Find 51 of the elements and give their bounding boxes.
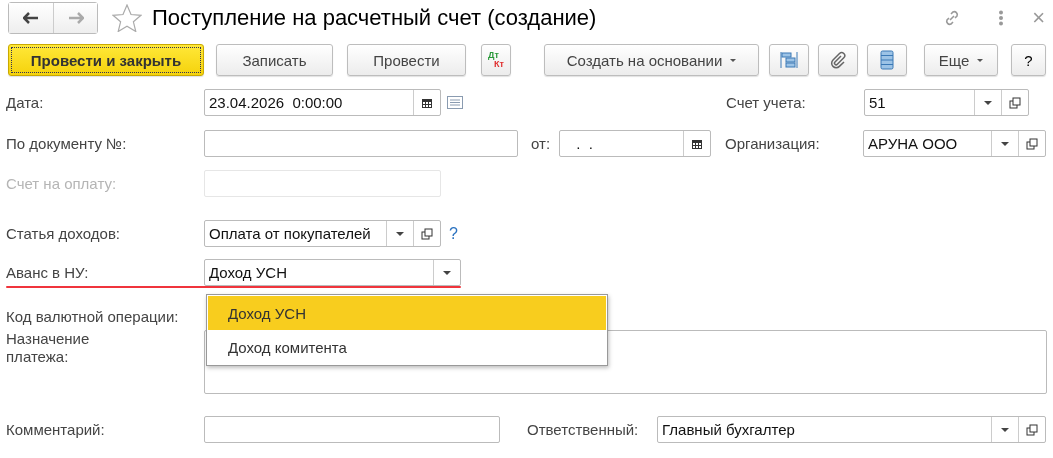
field-label: Ответственный: <box>527 421 640 438</box>
calendar-icon <box>691 137 703 150</box>
stack-icon <box>880 50 894 70</box>
field-label: По документу №: <box>6 135 128 152</box>
document-icon[interactable] <box>447 96 463 109</box>
list-button[interactable] <box>867 44 907 76</box>
open-icon <box>1009 96 1021 109</box>
dropdown-option[interactable]: Доход комитента <box>208 330 606 364</box>
field-label: Счет на оплату: <box>6 175 118 192</box>
paperclip-icon <box>829 51 847 69</box>
field-label: Организация: <box>725 135 821 152</box>
attach-button[interactable] <box>818 44 858 76</box>
debit-credit-button[interactable]: Дт Кт <box>481 44 511 76</box>
organization-field[interactable]: АРУНА ООО <box>863 130 1046 157</box>
window-title: Поступление на расчетный счет (создание) <box>152 5 597 31</box>
responsible-field[interactable]: Главный бухгалтер <box>657 416 1046 443</box>
post-and-close-button[interactable]: Провести и закрыть <box>8 44 204 76</box>
field-label: Счет учета: <box>726 94 807 111</box>
document-date-field[interactable]: . . <box>559 130 711 157</box>
field-label: Дата: <box>6 94 45 111</box>
income-item-field[interactable]: Оплата от покупателей <box>204 220 441 247</box>
account-field[interactable]: 51 <box>864 89 1029 116</box>
help-link[interactable]: ? <box>449 224 458 243</box>
document-number-field[interactable] <box>204 130 518 157</box>
forward-arrow-icon <box>67 12 84 24</box>
calendar-icon <box>421 96 433 109</box>
more-icon[interactable] <box>998 10 1005 26</box>
dropdown-option[interactable]: Доход УСН <box>208 296 606 330</box>
save-button[interactable]: Записать <box>216 44 333 76</box>
more-button[interactable]: Еще <box>924 44 998 76</box>
advance-field[interactable]: Доход УСН <box>204 259 461 286</box>
invoice-field[interactable] <box>204 170 441 197</box>
open-icon <box>1026 423 1038 436</box>
help-button[interactable]: ? <box>1011 44 1046 76</box>
field-label: Статья доходов: <box>6 225 122 242</box>
star-icon[interactable] <box>112 4 142 32</box>
create-based-on-button[interactable]: Создать на основании <box>544 44 759 76</box>
open-icon <box>421 227 433 240</box>
field-label: Аванс в НУ: <box>6 264 90 281</box>
structure-button[interactable] <box>769 44 809 76</box>
date-field[interactable]: 23.04.2026 0:00:00 <box>204 89 441 116</box>
comment-field[interactable] <box>204 416 500 443</box>
back-button[interactable] <box>9 3 53 33</box>
post-button[interactable]: Провести <box>347 44 466 76</box>
open-icon <box>1026 137 1038 150</box>
field-label: от: <box>531 135 552 152</box>
field-label: Назначение платежа: <box>6 330 91 366</box>
structure-icon <box>780 51 798 69</box>
field-label: Код валютной операции: <box>6 307 179 325</box>
back-arrow-icon <box>23 12 39 24</box>
field-label: Комментарий: <box>6 421 106 438</box>
